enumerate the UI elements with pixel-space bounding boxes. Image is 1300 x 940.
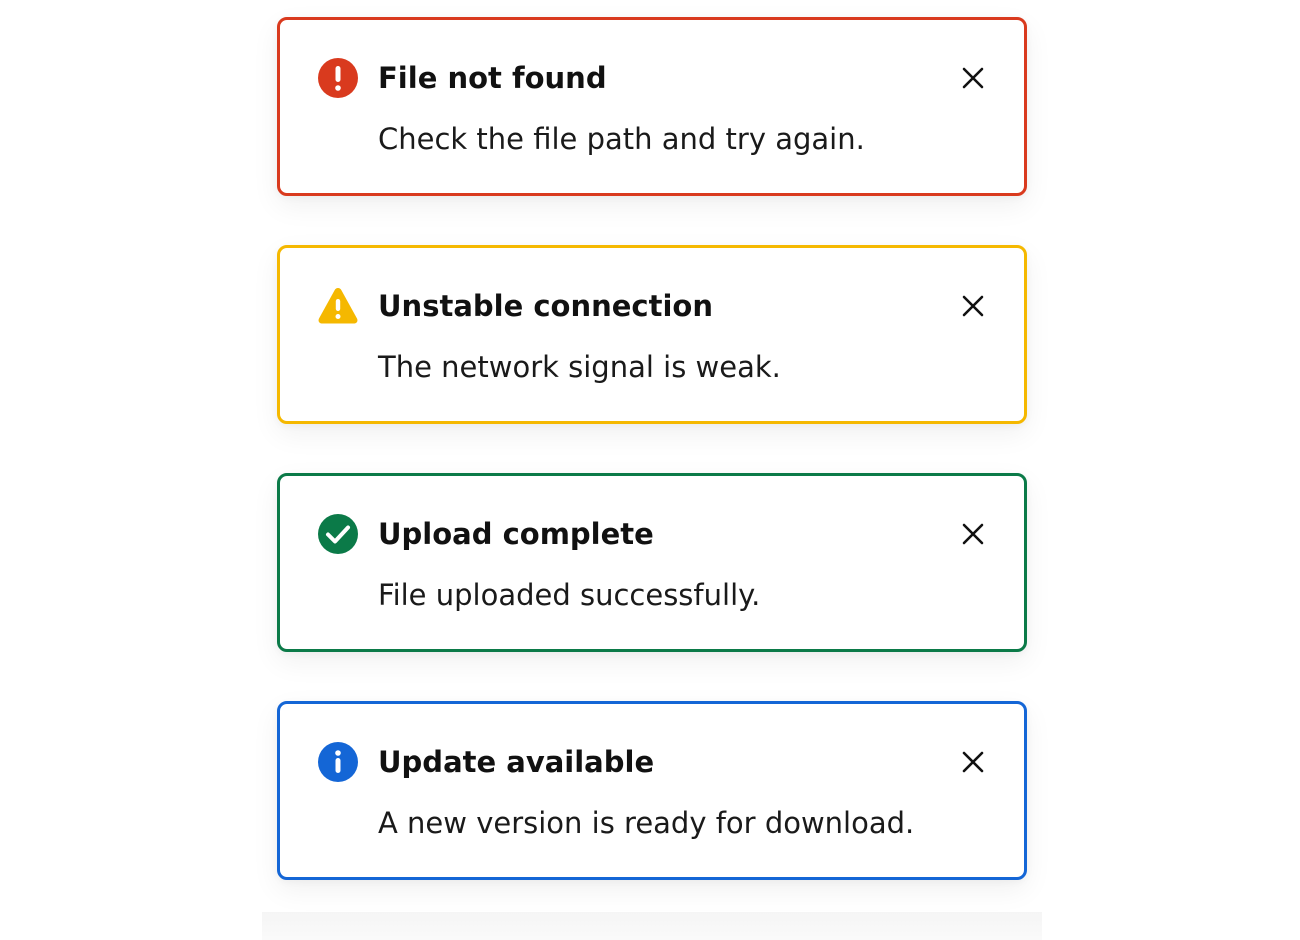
notification-error: File not found Check the file path and t… <box>277 17 1027 196</box>
close-button[interactable] <box>956 745 990 779</box>
close-button[interactable] <box>956 289 990 323</box>
warning-triangle-icon <box>317 285 359 327</box>
notification-message: A new version is ready for download. <box>378 806 915 840</box>
notification-warning: Unstable connection The network signal i… <box>277 245 1027 424</box>
close-icon <box>962 751 984 773</box>
notification-info: Update available A new version is ready … <box>277 701 1027 880</box>
notification-message: Check the file path and try again. <box>378 122 865 156</box>
notification-title: Update available <box>378 745 655 779</box>
next-notification-edge <box>262 912 1042 940</box>
error-circle-icon <box>317 57 359 99</box>
notification-title: File not found <box>378 61 607 95</box>
close-button[interactable] <box>956 517 990 551</box>
notification-title: Upload complete <box>378 517 654 551</box>
notification-message: File uploaded successfully. <box>378 578 761 612</box>
close-icon <box>962 67 984 89</box>
notification-message: The network signal is weak. <box>378 350 781 384</box>
notification-title: Unstable connection <box>378 289 713 323</box>
info-circle-icon <box>317 741 359 783</box>
notification-success: Upload complete File uploaded successful… <box>277 473 1027 652</box>
check-circle-icon <box>317 513 359 555</box>
notification-stack: File not found Check the file path and t… <box>277 17 1027 929</box>
close-icon <box>962 295 984 317</box>
close-button[interactable] <box>956 61 990 95</box>
close-icon <box>962 523 984 545</box>
